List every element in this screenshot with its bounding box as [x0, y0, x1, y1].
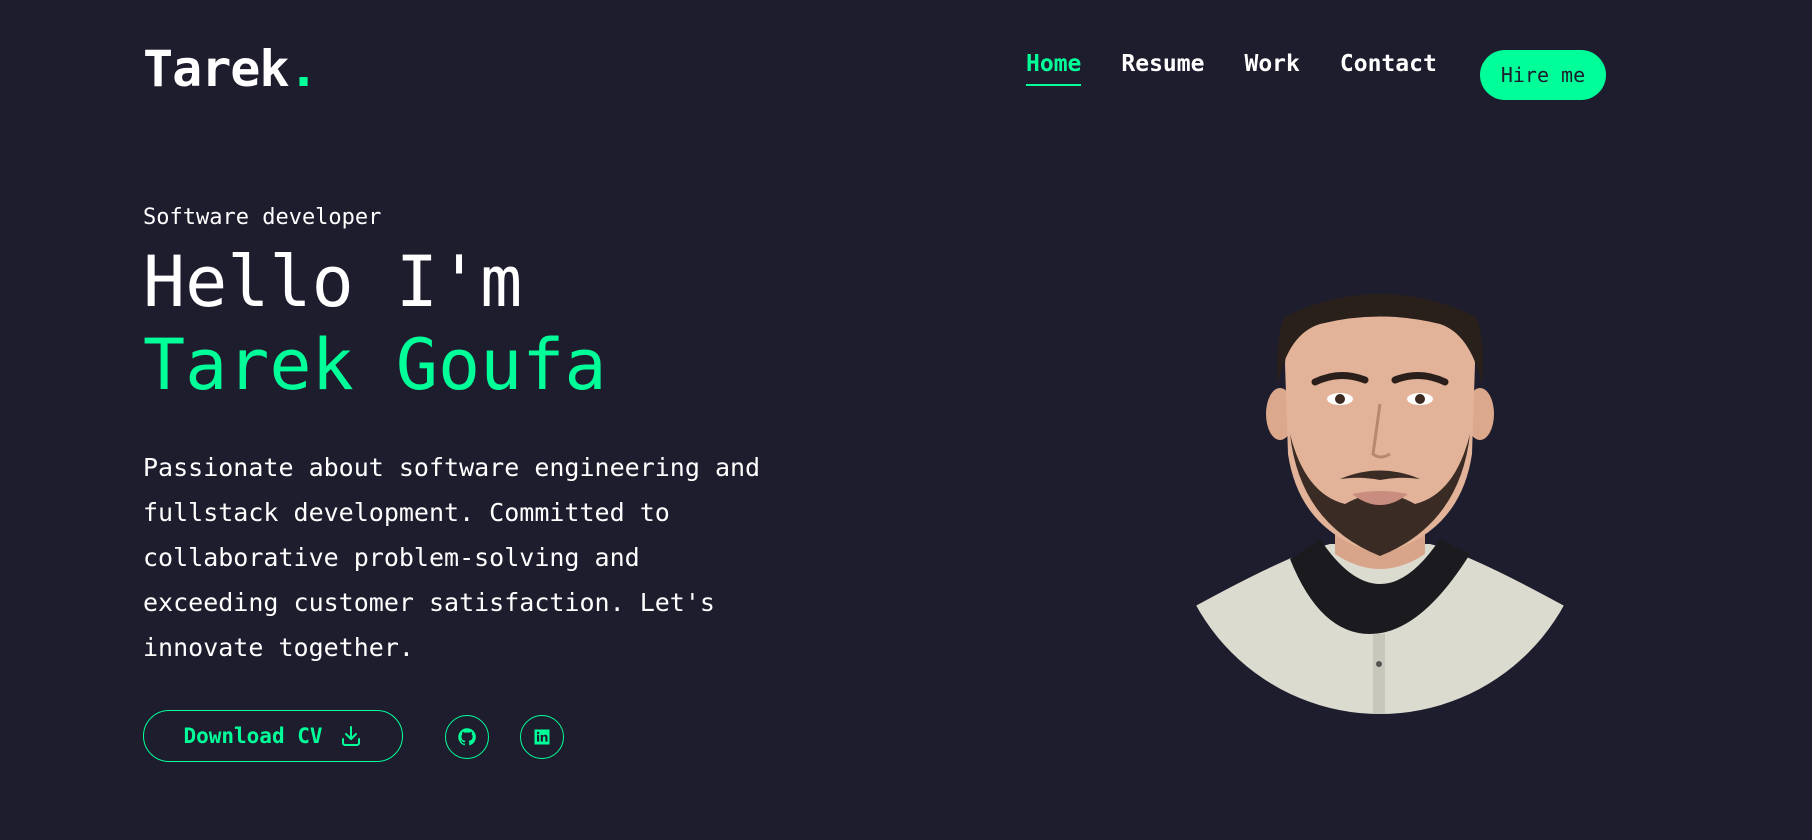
logo[interactable]: Tarek. [143, 44, 319, 94]
logo-dot: . [288, 40, 319, 98]
name-heading: Tarek Goufa [143, 324, 607, 406]
nav-link-work[interactable]: Work [1244, 50, 1299, 84]
nav-link-resume[interactable]: Resume [1121, 50, 1204, 84]
nav-link-home[interactable]: Home [1026, 50, 1082, 86]
github-link[interactable] [445, 715, 489, 759]
greeting-heading: Hello I'm [143, 241, 523, 323]
logo-text: Tarek [143, 40, 290, 98]
portfolio-page: Tarek. Home Resume Work Contact Hire me … [0, 0, 1812, 840]
main-nav: Home Resume Work Contact [1026, 50, 1477, 86]
job-title: Software developer [143, 205, 382, 230]
linkedin-icon [534, 729, 550, 745]
linkedin-link[interactable] [520, 715, 564, 759]
nav-link-contact[interactable]: Contact [1340, 50, 1437, 84]
download-cv-button[interactable]: Download CV [143, 710, 403, 762]
hero-description: Passionate about software engineering an… [143, 453, 761, 662]
github-icon [458, 728, 476, 746]
hire-me-button[interactable]: Hire me [1480, 50, 1606, 100]
profile-photo [1170, 294, 1590, 714]
download-icon [341, 726, 360, 746]
download-cv-label: Download CV [183, 724, 323, 748]
